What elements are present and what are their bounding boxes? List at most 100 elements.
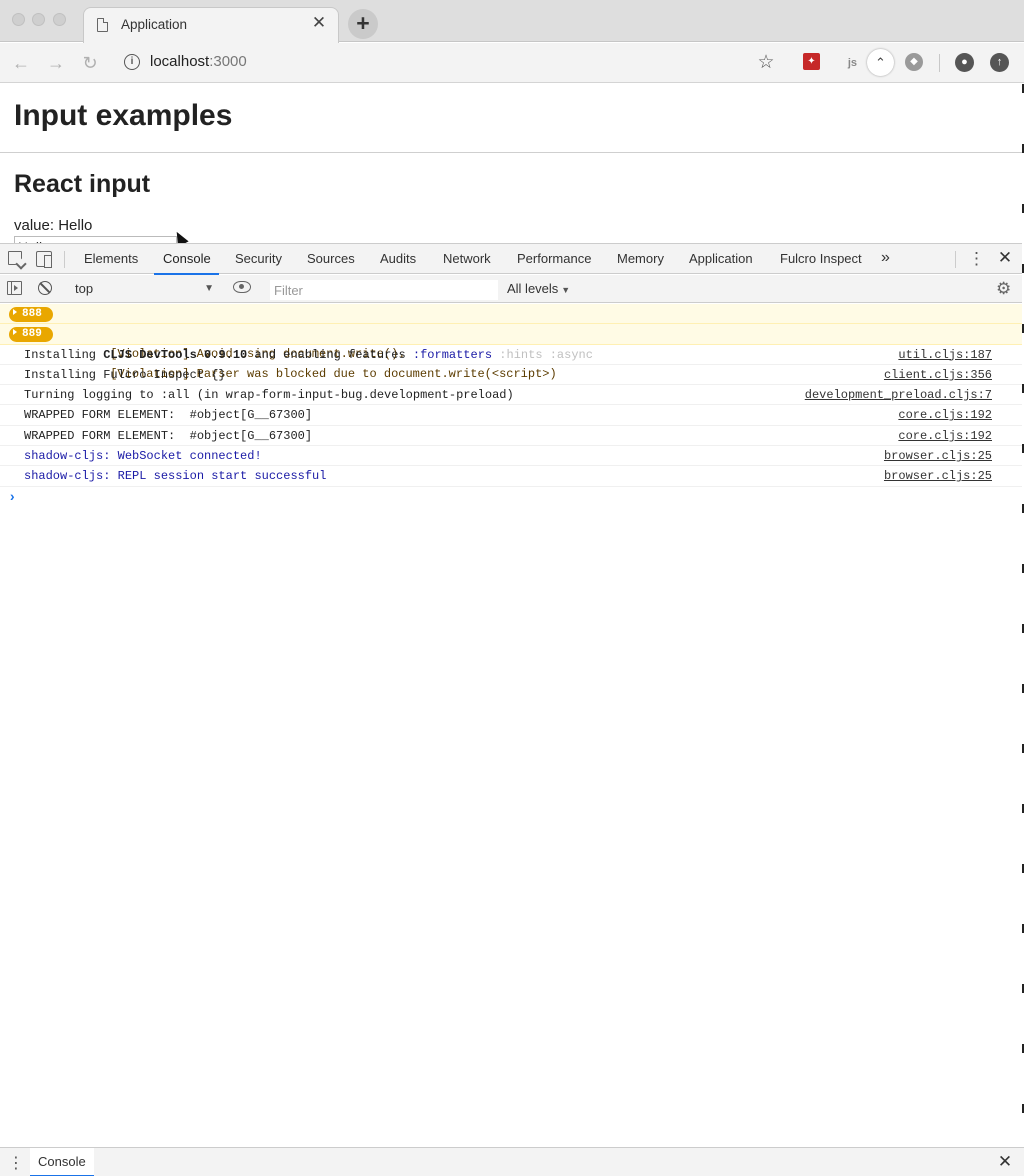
tab-sources[interactable]: Sources	[307, 244, 355, 274]
title-divider	[0, 152, 1022, 153]
console-warning-row[interactable]: 889 [Violation] Parser was blocked due t…	[0, 324, 1024, 381]
profile-avatar-icon[interactable]: ●	[955, 53, 974, 72]
forward-icon[interactable]: →	[45, 52, 67, 74]
extension-red-icon[interactable]: ✦	[803, 53, 820, 70]
drawer-close-icon[interactable]: ✕	[996, 1152, 1014, 1172]
devtools-close-icon[interactable]: ✕	[996, 248, 1014, 268]
console-prompt[interactable]: ›	[0, 487, 1024, 509]
log-keyword-disabled: :hints :async	[492, 347, 593, 362]
log-text-prefix: Installing	[24, 347, 104, 362]
prompt-chevron-icon: ›	[8, 489, 17, 506]
clear-console-icon[interactable]	[38, 281, 52, 295]
bookmark-star-icon[interactable]: ☆	[755, 52, 777, 74]
repeat-count-badge[interactable]: 888	[9, 307, 53, 322]
mouse-cursor-icon	[171, 229, 189, 243]
log-text: shadow-cljs: WebSocket connected!	[24, 449, 262, 464]
tabbar-divider	[64, 251, 65, 268]
tab-security[interactable]: Security	[235, 244, 282, 274]
tab-memory[interactable]: Memory	[617, 244, 664, 274]
log-keyword: :formatters	[412, 347, 493, 362]
console-info-row: shadow-cljs: WebSocket connected! browser…	[0, 446, 1024, 467]
console-log-row: Installing CLJS DevTools 0.9.10 and enab…	[0, 345, 1024, 365]
console-info-row: shadow-cljs: REPL session start successf…	[0, 466, 1024, 487]
extension-js-icon[interactable]: js	[837, 52, 857, 72]
log-text-mid: and enabling features	[247, 347, 413, 362]
console-sidebar-toggle-icon[interactable]	[7, 281, 22, 295]
new-tab-button[interactable]: +	[348, 9, 378, 39]
source-link[interactable]: util.cljs:187	[898, 345, 992, 365]
extension-reload-icon[interactable]: ⌃	[867, 49, 894, 76]
log-text: shadow-cljs: REPL session start successf…	[24, 469, 327, 484]
drawer-menu-icon[interactable]: ⋮	[8, 1153, 24, 1173]
update-icon[interactable]: ↑	[990, 53, 1009, 72]
devtools-menu-icon[interactable]: ⋮	[968, 249, 985, 269]
tab-close-icon[interactable]: ✕	[309, 13, 329, 33]
url-port: :3000	[209, 53, 247, 70]
devtools-drawer: ⋮ Console ✕	[0, 1147, 1024, 1176]
console-toolbar: top ▼ All levels▼ ⚙	[0, 275, 1024, 303]
window-minimize-button[interactable]	[32, 13, 45, 26]
log-text: Turning logging to :all (in wrap-form-in…	[24, 388, 514, 403]
tab-audits[interactable]: Audits	[380, 244, 416, 274]
drawer-tab-console[interactable]: Console	[30, 1148, 94, 1176]
log-levels-dropdown[interactable]: All levels ▼	[507, 278, 570, 301]
tab-strip: Application ✕ +	[0, 0, 1024, 43]
extension-gray-icon[interactable]: ◆	[905, 53, 923, 71]
url-host: localhost	[150, 53, 210, 70]
devtools-panel: Elements Console Security Sources Audits…	[0, 243, 1024, 1176]
react-text-input[interactable]	[14, 236, 177, 243]
chevron-down-icon: ▼	[204, 283, 214, 294]
browser-tab[interactable]: Application ✕	[83, 7, 339, 43]
console-settings-gear-icon[interactable]: ⚙	[996, 279, 1011, 299]
source-link[interactable]: browser.cljs:25	[884, 466, 992, 486]
window-zoom-button[interactable]	[53, 13, 66, 26]
site-info-icon[interactable]: i	[124, 54, 140, 70]
log-text: Installing Fulcro Inspect {}	[24, 367, 226, 382]
context-selector-value: top	[75, 281, 94, 296]
source-link[interactable]: development_preload.cljs:7	[805, 385, 992, 405]
source-link[interactable]: core.cljs:192	[898, 405, 992, 425]
expand-triangle-icon	[13, 309, 17, 316]
device-toolbar-icon[interactable]	[36, 251, 52, 268]
tab-application[interactable]: Application	[689, 244, 753, 274]
tabbar-divider-right	[955, 251, 956, 268]
source-link[interactable]: browser.cljs:25	[884, 446, 992, 466]
expand-triangle-icon	[13, 329, 17, 336]
source-link[interactable]: client.cljs:356	[884, 365, 992, 385]
tab-elements[interactable]: Elements	[84, 244, 138, 274]
tab-title: Application	[121, 17, 188, 32]
console-log-row: Installing Fulcro Inspect {} client.cljs:…	[0, 365, 1024, 386]
tab-network[interactable]: Network	[443, 244, 491, 274]
live-expression-eye-icon[interactable]	[233, 281, 251, 293]
console-filter-input[interactable]	[270, 280, 498, 300]
repeat-count-badge[interactable]: 889	[9, 327, 53, 343]
console-messages: 888 [Violation] Avoid using document.wri…	[0, 304, 1024, 509]
back-icon[interactable]: ←	[10, 52, 32, 74]
devtools-tabbar: Elements Console Security Sources Audits…	[0, 244, 1024, 275]
console-log-row: WRAPPED FORM ELEMENT: #object[G__67300] c…	[0, 426, 1024, 447]
log-text: WRAPPED FORM ELEMENT: #object[G__67300]	[24, 408, 313, 423]
address-bar[interactable]: localhost:3000	[150, 53, 247, 70]
toolbar-divider	[939, 54, 940, 72]
context-selector[interactable]: top ▼	[68, 278, 218, 299]
inspect-element-icon[interactable]	[8, 251, 22, 265]
section-title: React input	[14, 170, 151, 198]
reload-icon[interactable]: ↻	[79, 52, 101, 74]
console-log-row: WRAPPED FORM ELEMENT: #object[G__67300] c…	[0, 405, 1024, 426]
log-text: WRAPPED FORM ELEMENT: #object[G__67300]	[24, 428, 313, 443]
console-warning-row[interactable]: 888 [Violation] Avoid using document.wri…	[0, 304, 1024, 361]
console-log-row: Turning logging to :all (in wrap-form-in…	[0, 385, 1024, 406]
value-display: value: Hello	[14, 217, 93, 234]
page-title: Input examples	[14, 99, 233, 132]
tab-console[interactable]: Console	[154, 244, 219, 275]
document-icon	[97, 18, 108, 32]
repeat-count: 889	[22, 328, 42, 341]
log-levels-label: All levels	[507, 281, 559, 296]
tab-performance[interactable]: Performance	[517, 244, 591, 274]
repeat-count: 888	[22, 308, 42, 320]
source-link[interactable]: core.cljs:192	[898, 426, 992, 446]
browser-toolbar: ← → ↻ i localhost:3000 ☆ ✦ js ⌃ ◆ ● ↑	[0, 43, 1024, 83]
more-tabs-icon[interactable]: »	[881, 244, 890, 274]
tab-fulcro-inspect[interactable]: Fulcro Inspect	[780, 244, 862, 274]
window-close-button[interactable]	[12, 13, 25, 26]
